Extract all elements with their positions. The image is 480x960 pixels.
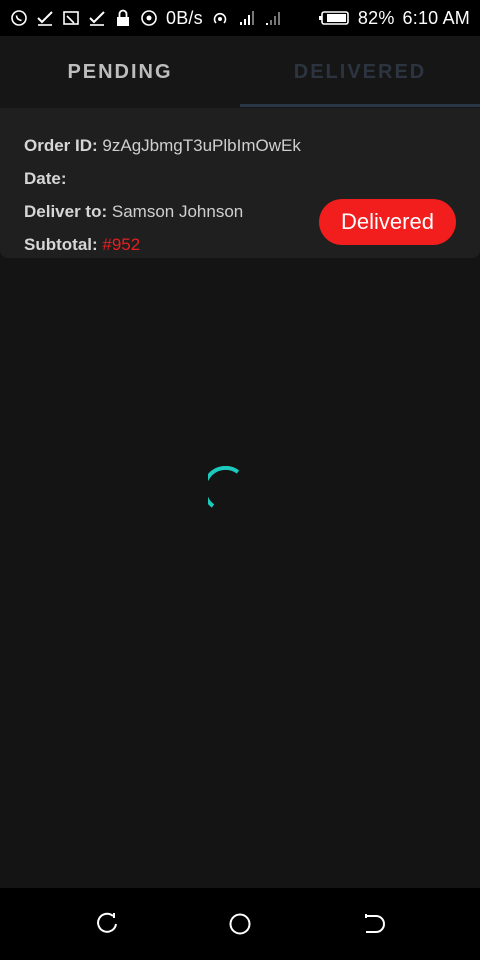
status-bar-left: 0B/s <box>10 8 281 29</box>
status-bar-right: 82% 6:10 AM <box>318 8 470 29</box>
deliver-to-value: Samson Johnson <box>111 202 244 221</box>
check-icon <box>88 9 106 27</box>
home-icon[interactable] <box>226 910 254 938</box>
subtotal-row: Subtotal: #952 <box>24 235 140 255</box>
network-speed: 0B/s <box>166 7 203 28</box>
tab-pending[interactable]: PENDING <box>0 36 240 108</box>
signal-icon <box>263 9 281 27</box>
clock: 6:10 AM <box>402 7 470 28</box>
subtotal-value: #952 <box>102 235 141 254</box>
tab-bar: PENDING DELIVERED <box>0 36 480 108</box>
order-id-value: 9zAgJbmgT3uPlbImOwEk <box>102 136 301 155</box>
lock-icon <box>114 9 132 27</box>
back-icon[interactable] <box>360 910 388 938</box>
navigation-bar <box>0 888 480 960</box>
battery-percent: 82% <box>357 7 395 28</box>
signal-icon <box>237 9 255 27</box>
order-date-row: Date: <box>24 169 67 189</box>
battery-icon <box>318 9 350 27</box>
subtotal-label: Subtotal: <box>24 235 98 254</box>
tab-indicator <box>240 104 480 107</box>
order-id-row: Order ID: 9zAgJbmgT3uPlbImOwEk <box>24 136 301 156</box>
order-status-badge[interactable]: Delivered <box>319 199 456 245</box>
deliver-to-label: Deliver to: <box>24 202 108 221</box>
order-card[interactable]: Order ID: 9zAgJbmgT3uPlbImOwEk Date: Del… <box>0 108 480 258</box>
deliver-to-row: Deliver to: Samson Johnson <box>24 202 243 222</box>
whatsapp-icon <box>10 9 28 27</box>
cast-icon <box>62 9 80 27</box>
target-icon <box>140 9 158 27</box>
order-id-label: Order ID: <box>24 136 98 155</box>
order-date-label: Date: <box>24 169 67 188</box>
status-bar: 0B/s 82% 6:10 AM <box>0 0 480 36</box>
loading-spinner-icon <box>202 465 256 514</box>
recent-apps-icon[interactable] <box>93 910 121 938</box>
hotspot-icon <box>211 9 229 27</box>
check-icon <box>36 9 54 27</box>
tab-delivered[interactable]: DELIVERED <box>240 36 480 108</box>
